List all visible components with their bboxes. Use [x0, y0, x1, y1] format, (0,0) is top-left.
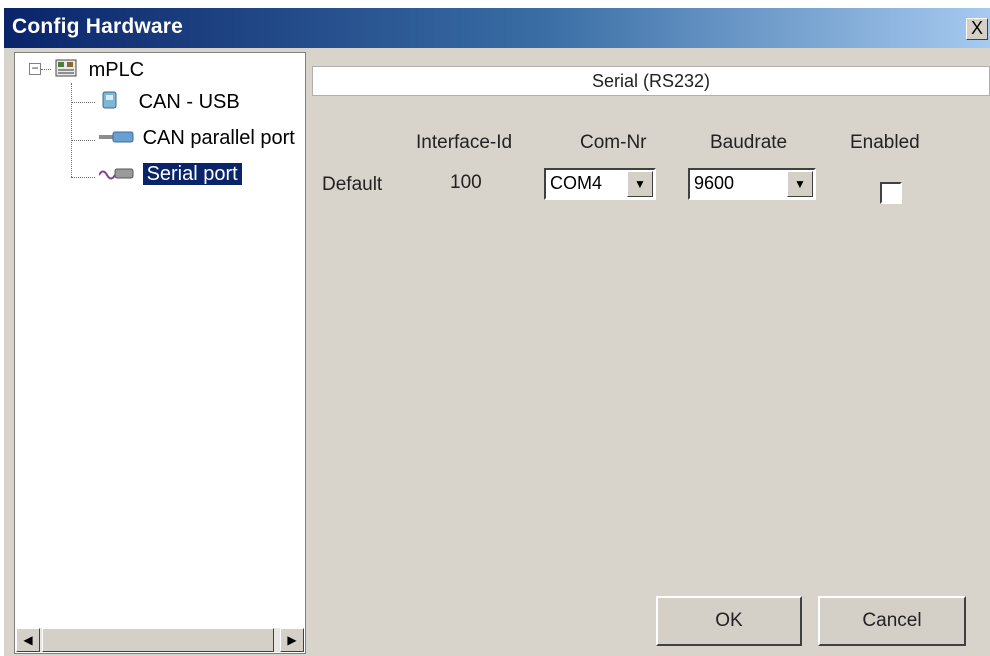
parallel-port-icon [99, 131, 134, 143]
close-button[interactable]: X [966, 18, 988, 40]
chevron-down-icon[interactable]: ▼ [627, 171, 653, 197]
tree-connector [71, 140, 95, 141]
tree-node-label-selected: Serial port [142, 163, 242, 185]
scrollbar-thumb[interactable] [42, 628, 274, 652]
title-bar[interactable]: Config Hardware X [4, 8, 990, 48]
tree-horizontal-scrollbar[interactable]: ◀ ▶ [16, 628, 304, 652]
scroll-right-arrow-icon[interactable]: ▶ [280, 628, 304, 652]
cancel-button[interactable]: Cancel [818, 596, 966, 646]
row-label: Default [322, 174, 383, 195]
baudrate-selected-value: 9600 [694, 173, 735, 193]
collapse-toggle[interactable]: − [29, 62, 41, 75]
com-nr-selected-value: COM4 [550, 173, 603, 193]
tree-node-label: CAN parallel port [142, 127, 295, 149]
usb-device-icon [102, 91, 117, 109]
com-nr-select[interactable]: COM4 ▼ [544, 168, 656, 200]
tree-connector [71, 83, 72, 177]
scroll-left-arrow-icon[interactable]: ◀ [16, 628, 40, 652]
serial-cable-icon [98, 168, 134, 180]
window-title: Config Hardware [12, 15, 184, 38]
tree-connector [71, 177, 95, 178]
chevron-down-icon[interactable]: ▼ [787, 171, 813, 197]
tree-connector [71, 102, 95, 103]
tree-node-mplc[interactable]: mPLC [55, 57, 144, 82]
plc-icon [55, 59, 77, 77]
ok-button[interactable]: OK [656, 596, 802, 646]
hardware-tree[interactable]: − mPLC CAN - USB CAN parallel port Seria… [14, 52, 306, 654]
tree-node-label: mPLC [88, 59, 145, 81]
enabled-checkbox[interactable] [880, 182, 902, 204]
tree-node-label: CAN - USB [138, 91, 240, 113]
config-hardware-dialog: Config Hardware X − mPLC CAN - USB CAN p… [4, 8, 990, 656]
section-header: Serial (RS232) [312, 66, 990, 96]
tree-node-can-parallel-port[interactable]: CAN parallel port [99, 127, 295, 150]
column-header-baudrate: Baudrate [710, 132, 788, 153]
tree-connector [41, 69, 51, 70]
tree-node-serial-port[interactable]: Serial port [98, 163, 242, 186]
column-header-enabled: Enabled [850, 132, 920, 153]
interface-id-value: 100 [450, 172, 482, 193]
column-header-interface-id: Interface-Id [416, 132, 513, 153]
tree-node-can-usb[interactable]: CAN - USB [99, 89, 240, 114]
baudrate-select[interactable]: 9600 ▼ [688, 168, 816, 200]
column-header-com-nr: Com-Nr [580, 132, 647, 153]
